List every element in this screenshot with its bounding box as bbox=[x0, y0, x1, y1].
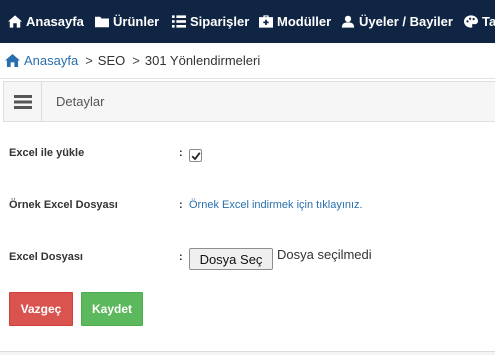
field-colon: : bbox=[179, 147, 183, 159]
nav-item-label: Anasayfa bbox=[26, 14, 84, 29]
user-icon bbox=[340, 15, 355, 29]
nav-item-urunler[interactable]: Ürünler bbox=[94, 0, 159, 43]
footer-divider bbox=[0, 351, 495, 355]
excel-file-label: Excel Dosyası bbox=[9, 251, 83, 263]
nav-item-tasarim[interactable]: Ta bbox=[463, 0, 495, 43]
nav-item-label: Ta bbox=[482, 14, 495, 29]
field-colon: : bbox=[179, 251, 183, 263]
cancel-button[interactable]: Vazgeç bbox=[9, 292, 73, 326]
breadcrumb-separator: > bbox=[132, 53, 140, 68]
nav-item-uyeler-bayiler[interactable]: Üyeler / Bayiler bbox=[340, 0, 453, 43]
folder-icon bbox=[94, 15, 109, 29]
medkit-icon bbox=[258, 15, 273, 29]
breadcrumb-home-link[interactable]: Anasayfa bbox=[5, 53, 78, 68]
palette-icon bbox=[463, 15, 478, 29]
excel-upload-label: Excel ile yükle bbox=[9, 147, 85, 159]
excel-upload-checkbox[interactable] bbox=[189, 149, 202, 162]
file-status-text: Dosya seçilmedi bbox=[277, 247, 372, 262]
checkmark-icon bbox=[191, 151, 201, 160]
menu-toggle-button[interactable] bbox=[4, 82, 42, 121]
choose-file-button[interactable]: Dosya Seç bbox=[189, 248, 273, 270]
save-button[interactable]: Kaydet bbox=[81, 292, 143, 326]
panel-title: Detaylar bbox=[56, 94, 105, 109]
sample-file-label: Örnek Excel Dosyası bbox=[9, 199, 118, 211]
nav-item-label: Siparişler bbox=[190, 14, 250, 29]
hamburger-icon bbox=[13, 94, 32, 109]
panel-header: Detaylar bbox=[3, 81, 495, 122]
nav-item-label: Ürünler bbox=[113, 14, 160, 29]
home-icon bbox=[5, 54, 20, 67]
nav-item-siparisler[interactable]: Siparişler bbox=[171, 0, 249, 43]
field-colon: : bbox=[179, 199, 183, 211]
nav-item-label: Üyeler / Bayiler bbox=[359, 14, 453, 29]
sample-excel-download-link[interactable]: Örnek Excel indirmek için tıklayınız. bbox=[189, 199, 363, 211]
nav-item-label: Modüller bbox=[277, 14, 332, 29]
top-navigation: Anasayfa Ürünler Siparişler Modüller Üye… bbox=[0, 0, 495, 43]
nav-item-anasayfa[interactable]: Anasayfa bbox=[7, 0, 84, 43]
breadcrumb-current: 301 Yönlendirmeleri bbox=[144, 53, 261, 68]
nav-item-moduller[interactable]: Modüller bbox=[258, 0, 331, 43]
breadcrumb-item-seo[interactable]: SEO bbox=[98, 53, 125, 68]
breadcrumb-separator: > bbox=[85, 53, 93, 68]
breadcrumb: Anasayfa > SEO > 301 Yönlendirmeleri bbox=[0, 43, 495, 79]
home-icon bbox=[7, 15, 22, 29]
breadcrumb-home-label: Anasayfa bbox=[24, 53, 79, 68]
list-icon bbox=[171, 15, 186, 29]
